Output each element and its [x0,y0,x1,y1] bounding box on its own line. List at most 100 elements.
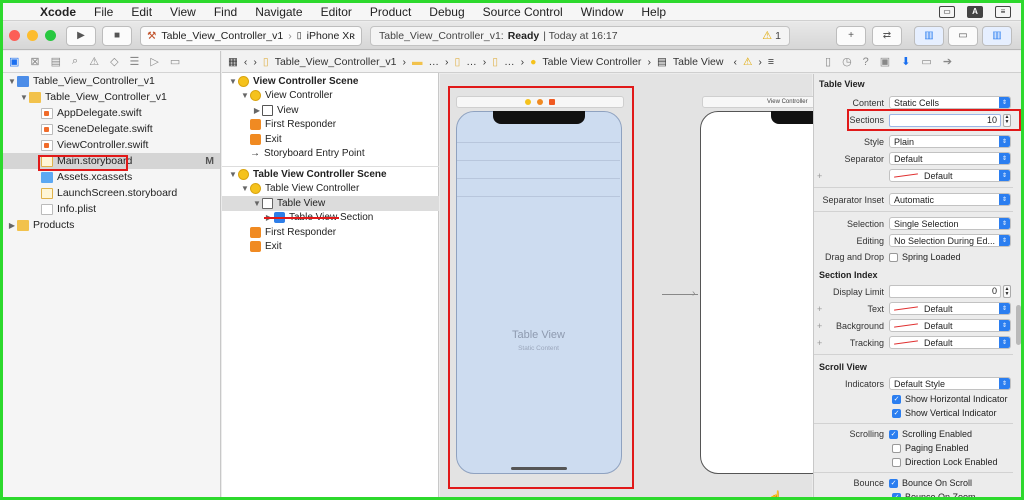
navigator-item[interactable]: ▼ Table_View_Controller_v1 [3,89,220,105]
menu-help[interactable]: Help [632,5,675,19]
navigator-item[interactable]: Info.plist [3,201,220,217]
editing-popup[interactable]: No Selection During Ed... ⇕ [889,234,1011,247]
menu-product[interactable]: Product [361,5,420,19]
view-controller-phone[interactable] [700,111,841,474]
grid-icon[interactable]: ▦ [228,56,238,68]
library-button[interactable]: + [835,25,866,46]
menu-app-name[interactable]: Xcode [31,5,85,19]
forward-icon[interactable]: › [253,56,257,68]
source-control-icon[interactable]: ⊠ [30,55,39,68]
index-tracking-popup[interactable]: Default ⇕ [889,336,1011,349]
navigator-item[interactable]: LaunchScreen.storyboard [3,185,220,201]
plus-icon[interactable]: + [817,321,822,331]
disclosure-triangle-icon[interactable]: ▼ [228,77,238,86]
project-navigator-icon[interactable]: ▣ [9,55,19,68]
run-button[interactable]: ▶ [66,25,96,46]
outline-item[interactable]: ▼ Table View Controller [222,182,439,197]
size-inspector-icon[interactable]: ▭ [921,55,931,68]
navigator-item[interactable]: SceneDelegate.swift [3,121,220,137]
test-navigator-icon[interactable]: ◇ [110,55,118,68]
code-review-button[interactable]: ⇄ [871,25,902,46]
content-popup[interactable]: Static Cells ⇕ [889,96,1011,109]
navigator-item[interactable]: AppDelegate.swift [3,105,220,121]
jump-item-4[interactable]: … [504,56,515,68]
back-icon[interactable]: ‹ [244,56,248,68]
separator-color-popup[interactable]: Default ⇕ [889,169,1011,182]
file-inspector-icon[interactable]: ▯ [825,55,831,68]
jump-item-tv[interactable]: Table View [673,56,724,68]
jump-item-3[interactable]: … [466,56,477,68]
stop-button[interactable]: ■ [102,25,132,46]
index-background-popup[interactable]: Default ⇕ [889,319,1011,332]
navigator-item[interactable]: ▼ Table_View_Controller_v1 [3,73,220,89]
style-popup[interactable]: Plain ⇕ [889,135,1011,148]
report-navigator-icon[interactable]: ▭ [170,55,180,68]
outline-item[interactable]: First Responder [222,225,439,240]
scrolling-enabled-checkbox[interactable]: ✓ [889,429,898,439]
bounce-on-zoom-checkbox[interactable]: ✓ [892,492,901,497]
display-icon[interactable]: ▭ [939,5,955,18]
show-horizontal-checkbox[interactable]: ✓ [892,394,901,404]
warning-icon[interactable]: ⚠ [743,56,752,68]
menu-extras-icon[interactable]: ≡ [995,5,1011,18]
identity-inspector-icon[interactable]: ▣ [880,55,890,68]
index-text-popup[interactable]: Default ⇕ [889,302,1011,315]
scrollbar-thumb[interactable] [1016,305,1021,345]
show-vertical-checkbox[interactable]: ✓ [892,408,901,418]
indicators-popup[interactable]: Default Style ⇕ [889,377,1011,390]
navigator-item[interactable]: ▶ Products [3,217,220,233]
quick-help-icon[interactable]: ? [863,56,869,68]
menu-view[interactable]: View [161,5,205,19]
outline-item[interactable]: First Responder [222,118,439,133]
outline-scene[interactable]: ▼ View Controller Scene [222,74,439,89]
related-items-icon[interactable]: ≡ [768,56,774,68]
breakpoint-navigator-icon[interactable]: ▷ [150,55,158,68]
selection-popup[interactable]: Single Selection ⇕ [889,217,1011,230]
menu-file[interactable]: File [85,5,122,19]
outline-item[interactable]: Exit [222,240,439,255]
menu-editor[interactable]: Editor [312,5,361,19]
disclosure-triangle-icon[interactable]: ▼ [19,93,29,102]
disclosure-triangle-icon[interactable]: ▼ [7,77,17,86]
connections-inspector-icon[interactable]: ➔ [943,55,952,68]
disclosure-triangle-icon[interactable]: ▼ [240,91,250,100]
disclosure-triangle-icon[interactable]: ▼ [252,199,262,208]
plus-icon[interactable]: + [817,304,822,314]
outline-item[interactable]: ▼ Table View [222,196,439,211]
close-window-button[interactable] [9,30,20,41]
spring-loaded-checkbox[interactable] [889,252,898,262]
menu-edit[interactable]: Edit [122,5,161,19]
second-scene-dock[interactable]: View Controller [702,96,822,108]
attributes-inspector-icon[interactable]: ⬇ [901,55,910,68]
issue-navigator-icon[interactable]: ⚠ [89,55,99,68]
paging-enabled-checkbox[interactable] [892,443,901,453]
disclosure-triangle-icon[interactable]: ▶ [7,221,17,230]
outline-item[interactable]: → Storyboard Entry Point [222,147,439,162]
navigator-item[interactable]: ViewController.swift [3,137,220,153]
find-navigator-icon[interactable]: ⌕ [72,55,78,68]
jump-item-2[interactable]: … [429,56,440,68]
inspector-scrollbar[interactable] [1015,75,1021,495]
storyboard-canvas[interactable]: Table View Static Content › View Control… [440,74,841,497]
menu-debug[interactable]: Debug [420,5,473,19]
minimize-window-button[interactable] [27,30,38,41]
outline-scene[interactable]: ▼ Table View Controller Scene [222,167,439,182]
separator-popup[interactable]: Default ⇕ [889,152,1011,165]
input-source-icon[interactable]: A [967,5,983,18]
direction-lock-checkbox[interactable] [892,457,901,467]
menu-window[interactable]: Window [572,5,633,19]
jump-item-tvc[interactable]: Table View Controller [542,56,641,68]
disclosure-triangle-icon[interactable]: ▶ [252,106,262,115]
jump-item-project[interactable]: Table_View_Controller_v1 [275,56,397,68]
navigator-item[interactable]: Assets.xcassets [3,169,220,185]
outline-item[interactable]: Exit [222,132,439,147]
scheme-selector[interactable]: ⚒ Table_View_Controller_v1 › ▯ iPhone Xʀ [140,25,362,46]
plus-icon[interactable]: + [817,338,822,348]
outline-item[interactable]: ▼ View Controller [222,89,439,104]
issue-next-icon[interactable]: › [758,56,762,68]
plus-icon[interactable]: + [817,171,822,181]
toggle-debug-button[interactable]: ▭ [947,25,978,46]
separator-inset-popup[interactable]: Automatic ⇕ [889,193,1011,206]
bounce-on-scroll-checkbox[interactable]: ✓ [889,478,898,488]
issue-prev-icon[interactable]: ‹ [733,56,737,68]
